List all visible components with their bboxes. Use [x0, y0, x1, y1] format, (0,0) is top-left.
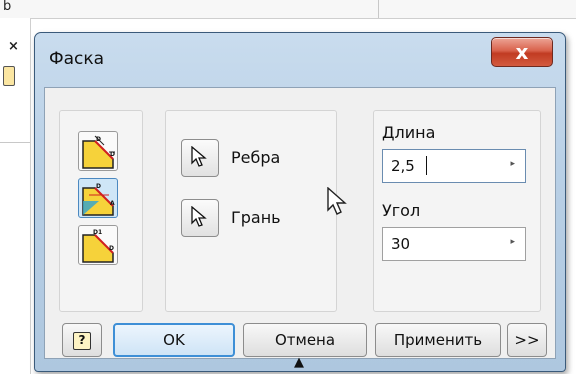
- arrow-cursor-icon: [191, 206, 207, 227]
- select-edges-button[interactable]: [181, 139, 219, 177]
- text-caret: [426, 156, 427, 175]
- apply-button[interactable]: Применить: [375, 323, 501, 357]
- length-label: Длина: [382, 123, 436, 142]
- two-distance-chamfer-icon: D1 D: [82, 229, 114, 263]
- face-label: Грань: [231, 208, 281, 227]
- dialog-title: Фаска: [49, 49, 105, 69]
- more-options-button[interactable]: >>: [507, 323, 547, 357]
- angle-value: 30: [391, 235, 411, 253]
- svg-text:A: A: [110, 200, 115, 207]
- dialog-titlebar[interactable]: Фаска x: [35, 33, 565, 81]
- chamfer-type-group: D D D A D1 D: [59, 110, 143, 312]
- background-side-panel: ×: [0, 18, 31, 374]
- length-input[interactable]: 2,5 ▸: [382, 149, 526, 183]
- dialog-body: D D D A D1 D Ребра Грань Длина 2,5 ▸ Уго…: [44, 87, 556, 359]
- two-distance-chamfer-button[interactable]: D1 D: [78, 225, 118, 265]
- background-document-icon[interactable]: [3, 66, 15, 86]
- edges-label: Ребра: [231, 148, 281, 167]
- help-button[interactable]: ?: [62, 323, 102, 357]
- angle-label: Угол: [382, 201, 421, 220]
- svg-text:D: D: [96, 136, 101, 143]
- svg-text:D: D: [109, 245, 114, 252]
- distance-angle-chamfer-button[interactable]: D A: [78, 178, 118, 218]
- close-button[interactable]: x: [491, 37, 553, 67]
- select-face-button[interactable]: [181, 199, 219, 237]
- ok-button[interactable]: OK: [113, 323, 235, 357]
- distance-chamfer-icon: D D: [82, 135, 115, 169]
- parameters-group: Длина 2,5 ▸ Угол 30 ▸: [373, 110, 541, 312]
- close-icon: x: [515, 40, 529, 64]
- svg-text:D: D: [96, 183, 101, 190]
- chamfer-dialog: Фаска x D D D A D1 D Ребра Грань Длина 2…: [34, 32, 566, 372]
- cancel-button[interactable]: Отмена: [243, 323, 367, 357]
- dialog-expander[interactable]: ▲: [44, 355, 556, 373]
- background-close-icon[interactable]: ×: [8, 39, 19, 54]
- angle-menu-arrow-icon[interactable]: ▸: [510, 237, 515, 247]
- background-divider: [0, 142, 30, 143]
- mouse-pointer-icon: [327, 187, 347, 215]
- distance-angle-chamfer-icon: D A: [82, 183, 115, 216]
- background-label: b: [3, 0, 12, 14]
- svg-text:D: D: [110, 151, 115, 158]
- expand-arrow-icon: ▲: [294, 355, 304, 370]
- help-icon: ?: [73, 332, 91, 350]
- svg-text:D1: D1: [93, 229, 102, 236]
- selection-group: Ребра Грань: [165, 110, 337, 312]
- background-app-toolbar: b: [0, 0, 576, 19]
- arrow-cursor-icon: [191, 146, 207, 167]
- length-value: 2,5: [391, 157, 415, 175]
- length-menu-arrow-icon[interactable]: ▸: [510, 159, 515, 169]
- distance-chamfer-button[interactable]: D D: [78, 131, 118, 171]
- angle-input[interactable]: 30 ▸: [382, 227, 526, 261]
- background-divider: [378, 0, 379, 18]
